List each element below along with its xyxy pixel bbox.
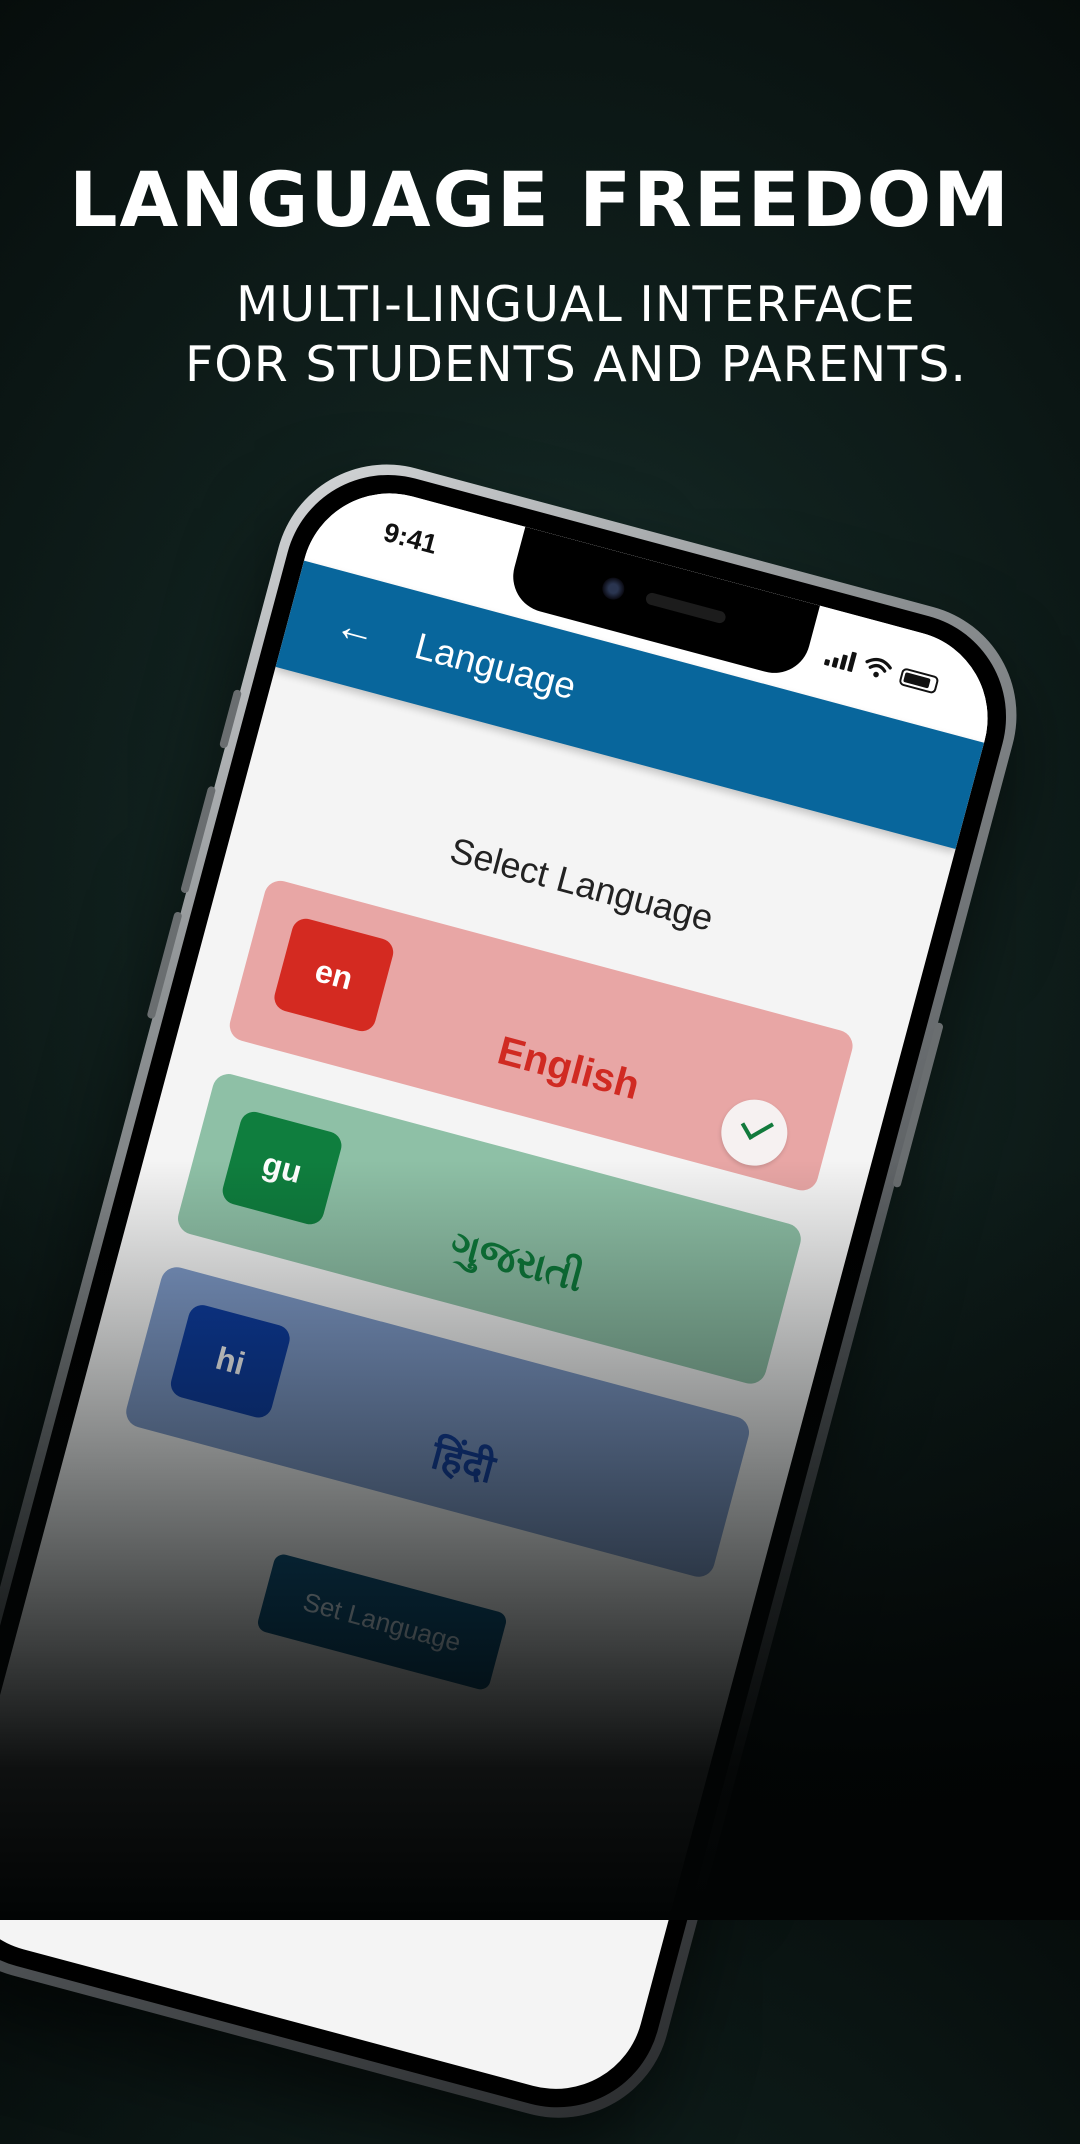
promo-subtitle-line-1: MULTI-LINGUAL INTERFACE xyxy=(236,276,916,333)
language-name: English xyxy=(493,1028,645,1109)
promo-subtitle-line-2: FOR STUDENTS AND PARENTS. xyxy=(185,336,967,393)
language-code-badge: hi xyxy=(167,1301,293,1421)
wifi-icon xyxy=(865,657,892,678)
battery-icon xyxy=(898,667,940,695)
language-code-badge: gu xyxy=(219,1108,345,1228)
language-name: ગુજરાતી xyxy=(445,1222,588,1301)
back-button[interactable]: ← xyxy=(320,592,393,665)
promo-headline: LANGUAGE FREEDOM xyxy=(69,155,1011,244)
status-time: 9:41 xyxy=(380,516,441,560)
check-icon xyxy=(740,1110,774,1140)
status-icons xyxy=(823,643,941,695)
cellular-signal-icon xyxy=(823,645,858,673)
language-code-badge: en xyxy=(271,915,397,1035)
front-camera-icon xyxy=(599,575,627,603)
app-bar-title: Language xyxy=(410,625,581,708)
language-name: हिंदी xyxy=(426,1433,500,1492)
arrow-left-icon: ← xyxy=(330,599,383,657)
set-language-button[interactable]: Set Language xyxy=(255,1552,509,1692)
promo-subtitle: MULTI-LINGUAL INTERFACE FOR STUDENTS AND… xyxy=(36,275,1080,395)
speaker-grille-icon xyxy=(644,591,727,625)
phone-mockup: 9:41 ← Language Select Language en Engli… xyxy=(0,439,1042,2143)
